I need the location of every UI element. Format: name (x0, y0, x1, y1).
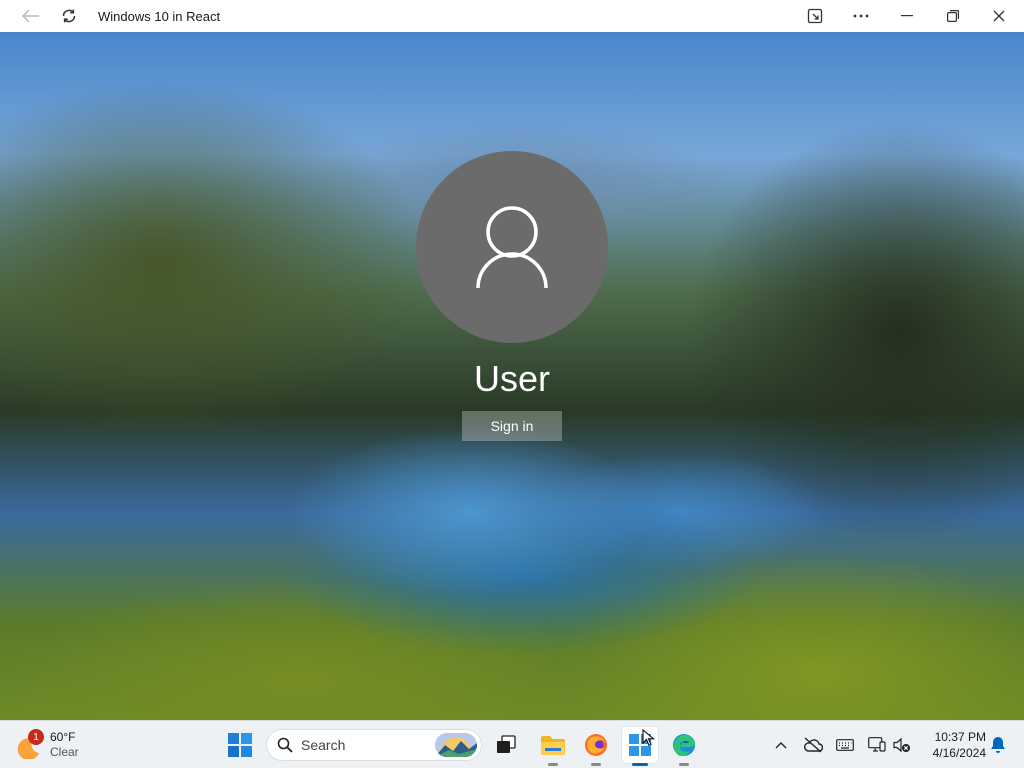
install-app-icon[interactable] (792, 0, 838, 32)
user-avatar (416, 151, 608, 343)
back-arrow-icon[interactable] (12, 0, 50, 32)
keyboard-icon (836, 739, 854, 751)
browser-titlebar: Windows 10 in React (0, 0, 1024, 32)
username-label: User (473, 358, 550, 399)
minimize-icon[interactable] (884, 0, 930, 32)
bell-icon (991, 737, 1005, 753)
edge-button[interactable] (666, 727, 702, 766)
clock-date: 4/16/2024 (932, 746, 986, 760)
user-icon (476, 206, 548, 289)
clock-time: 10:37 PM (934, 730, 986, 744)
taskbar-clock[interactable]: 10:37 PM 4/16/2024 (918, 729, 986, 761)
notifications-button[interactable] (984, 727, 1012, 763)
taskbar: 1 60°F Clear Search 10:37 PM 4/16/2024 (0, 720, 1024, 768)
keyboard-tray-button[interactable] (831, 727, 859, 763)
windows-logo-icon (228, 733, 252, 757)
edge-icon (673, 734, 695, 756)
refresh-icon[interactable] (50, 0, 88, 32)
file-explorer-button[interactable] (535, 727, 571, 766)
start-button[interactable] (222, 727, 258, 763)
weather-condition: Clear (50, 745, 79, 759)
search-placeholder: Search (301, 737, 346, 753)
firefox-button[interactable] (578, 727, 614, 766)
notification-badge: 1 (28, 729, 44, 745)
more-icon[interactable] (838, 0, 884, 32)
task-view-button[interactable] (488, 727, 524, 763)
close-icon[interactable] (976, 0, 1022, 32)
display-tray-button[interactable] (863, 727, 891, 763)
volume-muted-icon (893, 737, 910, 753)
firefox-icon (585, 734, 607, 756)
task-view-icon (497, 735, 516, 753)
moon-icon: 1 (16, 729, 44, 761)
search-icon (277, 737, 293, 753)
weather-widget[interactable]: 1 60°F Clear (16, 727, 79, 763)
mouse-cursor-icon (642, 729, 656, 747)
sign-in-button[interactable]: Sign in (462, 411, 562, 441)
window-title: Windows 10 in React (98, 8, 221, 24)
folder-icon (541, 736, 565, 755)
restore-icon[interactable] (930, 0, 976, 32)
search-highlight-image (435, 733, 477, 757)
search-box[interactable]: Search (266, 729, 482, 761)
volume-tray-button[interactable] (888, 727, 916, 763)
chevron-up-icon (775, 742, 787, 749)
lock-screen-background: User Sign in (0, 32, 1024, 720)
weather-temperature: 60°F (50, 730, 76, 744)
cloud-offline-icon (804, 737, 823, 753)
display-icon (868, 737, 886, 752)
show-hidden-icons-button[interactable] (767, 727, 795, 763)
onedrive-tray-button[interactable] (799, 727, 827, 763)
windows-store-button[interactable] (622, 727, 658, 766)
